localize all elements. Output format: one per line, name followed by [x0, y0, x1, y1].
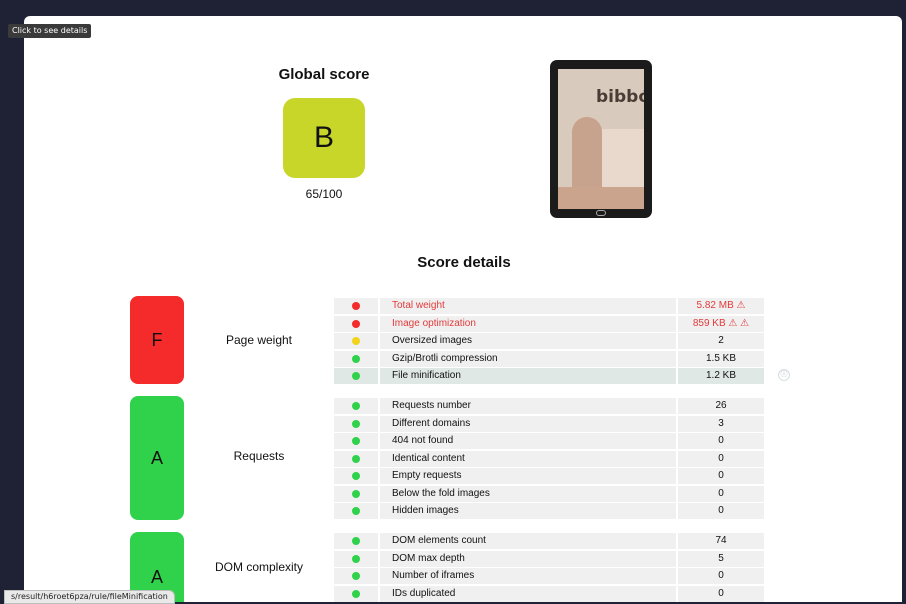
rule-row[interactable]: Hidden images 0 — [334, 503, 776, 519]
status-cell — [334, 415, 378, 432]
status-dot-icon — [352, 572, 360, 580]
tablet-preview: bibbó. — [550, 60, 652, 218]
tooltip: Click to see details — [8, 24, 92, 38]
status-dot-icon — [352, 589, 360, 598]
rule-value: 0 — [678, 468, 764, 484]
status-dot-icon — [352, 554, 360, 563]
category-label: Page weight — [225, 333, 293, 347]
rule-name: Total weight — [380, 298, 676, 314]
rule-value: 5 — [678, 550, 764, 567]
rule-row[interactable]: DOM max depth 5 — [334, 550, 776, 567]
rule-row[interactable]: Requests number 26 — [334, 398, 776, 414]
category-label: DOM complexity — [214, 560, 303, 574]
rule-name: DOM elements count — [380, 533, 676, 549]
rule-row[interactable]: Identical content 0 — [334, 450, 776, 467]
rule-row[interactable]: Empty requests 0 — [334, 468, 776, 484]
rule-name: DOM max depth — [380, 550, 676, 567]
rule-name: Different domains — [380, 415, 676, 432]
rule-value: 3 — [678, 415, 764, 432]
rule-name: Requests number — [380, 398, 676, 414]
status-cell — [334, 315, 378, 332]
status-cell — [334, 433, 378, 449]
rule-name: Oversized images — [380, 333, 676, 349]
status-dot-icon — [352, 507, 360, 515]
global-grade-badge[interactable]: B — [283, 98, 365, 178]
rule-row[interactable]: Total weight 5.82 MB ⚠ — [334, 298, 776, 314]
status-dot-icon — [352, 354, 360, 363]
status-cell — [334, 585, 378, 602]
status-cell — [334, 503, 378, 519]
site-logo: bibbó. — [596, 87, 644, 107]
status-cell — [334, 298, 378, 314]
status-cell — [334, 568, 378, 584]
status-dot-icon — [352, 302, 360, 310]
rule-value: 0 — [678, 568, 764, 584]
category-grade-card[interactable]: F — [130, 296, 184, 384]
category-grade-card[interactable]: A — [130, 396, 184, 520]
status-cell — [334, 368, 378, 384]
status-dot-icon — [352, 454, 360, 463]
status-dot-icon — [352, 472, 360, 480]
status-cell — [334, 468, 378, 484]
rule-value: 0 — [678, 585, 764, 602]
status-cell — [334, 350, 378, 367]
rule-row[interactable]: Gzip/Brotli compression 1.5 KB — [334, 350, 776, 367]
rule-value: 2 — [678, 333, 764, 349]
rule-name: Below the fold images — [380, 485, 676, 502]
status-cell — [334, 398, 378, 414]
page-screenshot: bibbó. — [558, 69, 644, 209]
status-cell — [334, 485, 378, 502]
status-dot-icon — [352, 372, 360, 380]
rule-value: 859 KB ⚠ ⚠ — [678, 315, 764, 332]
status-dot-icon — [352, 437, 360, 445]
rule-row[interactable]: Number of iframes 0 — [334, 568, 776, 584]
rule-value: 74 — [678, 533, 764, 549]
rule-name: 404 not found — [380, 433, 676, 449]
status-dot-icon — [352, 419, 360, 428]
rule-row[interactable]: Oversized images 2 — [334, 333, 776, 349]
status-dot-icon — [352, 402, 360, 410]
rule-row[interactable]: Below the fold images 0 — [334, 485, 776, 502]
rule-name: Number of iframes — [380, 568, 676, 584]
rule-value: 0 — [678, 450, 764, 467]
category-label: Requests — [233, 449, 285, 463]
rule-row[interactable]: DOM elements count 74 — [334, 533, 776, 549]
rule-row[interactable]: 404 not found 0 — [334, 433, 776, 449]
info-icon[interactable]: ⓘ — [778, 369, 790, 381]
status-dot-icon — [352, 319, 360, 328]
report-page: Global score B 65/100 bibbó. Score detai… — [24, 16, 902, 602]
rule-name: Empty requests — [380, 468, 676, 484]
status-cell — [334, 450, 378, 467]
rule-name: IDs duplicated — [380, 585, 676, 602]
rule-row[interactable]: Image optimization 859 KB ⚠ ⚠ — [334, 315, 776, 332]
rule-row[interactable]: File minification 1.2 KB — [334, 368, 776, 384]
rule-name: Gzip/Brotli compression — [380, 350, 676, 367]
rule-name: File minification — [380, 368, 676, 384]
floor-image — [558, 187, 644, 209]
rule-value: 1.2 KB — [678, 368, 764, 384]
rule-value: 1.5 KB — [678, 350, 764, 367]
rule-value: 26 — [678, 398, 764, 414]
global-score-title: Global score — [278, 66, 370, 83]
home-button-icon — [596, 210, 606, 216]
status-dot-icon — [352, 337, 360, 345]
rule-name: Identical content — [380, 450, 676, 467]
rule-row[interactable]: IDs duplicated 0 — [334, 585, 776, 602]
rule-name: Image optimization — [380, 315, 676, 332]
status-cell — [334, 333, 378, 349]
rule-name: Hidden images — [380, 503, 676, 519]
rule-value: 0 — [678, 485, 764, 502]
rule-row[interactable]: Different domains 3 — [334, 415, 776, 432]
status-dot-icon — [352, 489, 360, 498]
status-dot-icon — [352, 537, 360, 545]
rule-value: 0 — [678, 433, 764, 449]
status-cell — [334, 533, 378, 549]
score-details-title: Score details — [417, 254, 511, 271]
status-cell — [334, 550, 378, 567]
rule-value: 0 — [678, 503, 764, 519]
rule-value: 5.82 MB ⚠ — [678, 298, 764, 314]
global-score-value: 65/100 — [305, 187, 343, 201]
